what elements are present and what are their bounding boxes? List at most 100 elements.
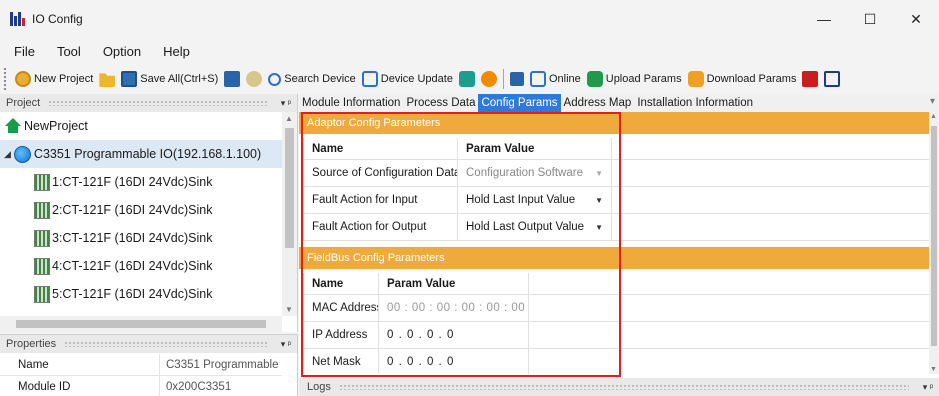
properties-pane-header: Properties ▾ ᵖ xyxy=(0,335,297,353)
grid-header-row: Name Param Value xyxy=(304,273,929,295)
tree-module[interactable]: 1:CT-121F (16DI 24Vdc)Sink xyxy=(0,168,282,196)
scroll-up-icon[interactable]: ▲ xyxy=(930,113,937,120)
tab-process-data[interactable]: Process Data xyxy=(403,94,478,112)
ip-address-field[interactable]: 0 . 0 . 0 . 0 xyxy=(379,322,529,348)
mac-address-field[interactable]: 00 : 00 : 00 : 00 : 00 : 00 xyxy=(379,295,529,321)
next-icon xyxy=(824,71,841,87)
config-params-content: Adaptor Config Parameters Name Param Val… xyxy=(299,112,929,374)
warning-button[interactable] xyxy=(478,67,500,91)
download-params-button[interactable]: Download Params xyxy=(685,67,800,91)
pin-icon[interactable]: ▾ ᵖ xyxy=(275,98,297,109)
new-project-icon xyxy=(15,71,31,87)
search-icon xyxy=(268,72,282,86)
device-globe-icon xyxy=(13,145,31,163)
property-name: Name xyxy=(0,354,160,375)
tab-overflow-icon[interactable]: ▾ xyxy=(930,96,935,107)
folder-icon xyxy=(99,73,116,87)
param-row[interactable]: Fault Action for Output Hold Last Output… xyxy=(304,214,929,241)
dropdown-arrow-icon[interactable]: ▼ xyxy=(595,196,603,205)
param-row[interactable]: Source of Configuration Data Configurati… xyxy=(304,160,929,187)
pane-grip[interactable] xyxy=(64,341,267,347)
maximize-button[interactable]: ☐ xyxy=(847,0,893,38)
param-row[interactable]: Net Mask 0 . 0 . 0 . 0 xyxy=(304,349,929,374)
info-button[interactable] xyxy=(456,67,478,91)
project-horizontal-scrollbar[interactable] xyxy=(0,316,282,332)
next-button[interactable] xyxy=(821,67,843,91)
online-button[interactable]: Online xyxy=(527,67,584,91)
menu-file[interactable]: File xyxy=(14,44,35,59)
tree-module-label: 1:CT-121F (16DI 24Vdc)Sink xyxy=(52,175,213,189)
download-params-label: Download Params xyxy=(706,73,797,85)
tree-root[interactable]: NewProject xyxy=(0,112,282,140)
toolbar: New Project Save All(Ctrl+S) Search Devi… xyxy=(0,64,939,94)
properties-pane: Properties ▾ ᵖ Name C3351 Programmable M… xyxy=(0,334,298,396)
param-value: Hold Last Output Value xyxy=(466,221,585,233)
property-row[interactable]: Module ID 0x200C3351 xyxy=(0,376,282,396)
tab-module-information[interactable]: Module Information xyxy=(299,94,403,112)
open-project-button[interactable] xyxy=(96,67,118,91)
tree-module-label: 2:CT-121F (16DI 24Vdc)Sink xyxy=(52,203,213,217)
param-name: Fault Action for Input xyxy=(304,187,458,213)
menu-help[interactable]: Help xyxy=(163,44,190,59)
io-module-icon xyxy=(34,285,50,303)
param-dropdown[interactable]: Hold Last Input Value ▼ xyxy=(458,187,612,213)
dropdown-arrow-icon[interactable]: ▼ xyxy=(595,223,603,232)
grid-filler xyxy=(529,322,926,348)
property-row[interactable]: Name C3351 Programmable xyxy=(0,354,282,376)
tree-module-label: 5:CT-121F (16DI 24Vdc)Sink xyxy=(52,287,213,301)
param-row[interactable]: Fault Action for Input Hold Last Input V… xyxy=(304,187,929,214)
scroll-thumb[interactable] xyxy=(931,126,937,346)
tab-address-map[interactable]: Address Map xyxy=(561,94,635,112)
project-tree: NewProject ◢ C3351 Programmable IO(192.1… xyxy=(0,112,282,316)
new-project-button[interactable]: New Project xyxy=(12,67,96,91)
dropdown-arrow-icon: ▼ xyxy=(595,168,603,178)
tree-module[interactable]: 5:CT-121F (16DI 24Vdc)Sink xyxy=(0,280,282,308)
expand-arrow-icon[interactable]: ◢ xyxy=(4,149,11,160)
save-as-button[interactable] xyxy=(221,67,243,91)
close-button[interactable]: ✕ xyxy=(893,0,939,38)
scroll-thumb[interactable] xyxy=(285,128,294,248)
save-all-button[interactable]: Save All(Ctrl+S) xyxy=(118,67,221,91)
minimize-button[interactable]: — xyxy=(801,0,847,38)
tree-device[interactable]: ◢ C3351 Programmable IO(192.168.1.100) xyxy=(0,140,282,168)
toolbar-grip[interactable] xyxy=(4,68,8,90)
tab-installation-information[interactable]: Installation Information xyxy=(634,94,756,112)
param-row[interactable]: MAC Address 00 : 00 : 00 : 00 : 00 : 00 xyxy=(304,295,929,322)
property-value: C3351 Programmable xyxy=(166,358,279,371)
pane-grip[interactable] xyxy=(48,100,267,106)
delete-button[interactable] xyxy=(799,67,821,91)
net-mask-field[interactable]: 0 . 0 . 0 . 0 xyxy=(379,349,529,374)
tree-module[interactable]: 3:CT-121F (16DI 24Vdc)Sink xyxy=(0,224,282,252)
column-header-value: Param Value xyxy=(379,273,529,294)
pane-grip[interactable] xyxy=(338,384,909,390)
scroll-up-icon[interactable]: ▲ xyxy=(285,114,293,123)
search-device-button[interactable]: Search Device xyxy=(265,67,359,91)
menu-tool[interactable]: Tool xyxy=(57,44,81,59)
scroll-down-icon[interactable]: ▼ xyxy=(930,366,937,373)
column-header-name: Name xyxy=(304,273,379,294)
tab-config-params[interactable]: Config Params xyxy=(478,94,561,112)
pin-icon[interactable]: ▾ ᵖ xyxy=(275,339,297,350)
hscroll-thumb[interactable] xyxy=(16,320,266,328)
project-vertical-scrollbar[interactable]: ▲ ▼ xyxy=(282,112,297,316)
scroll-down-icon[interactable]: ▼ xyxy=(285,305,293,314)
param-row[interactable]: IP Address 0 . 0 . 0 . 0 xyxy=(304,322,929,349)
tree-module[interactable]: 4:CT-121F (16DI 24Vdc)Sink xyxy=(0,252,282,280)
device-update-icon xyxy=(361,71,378,87)
upload-params-button[interactable]: Upload Params xyxy=(584,67,685,91)
download-icon xyxy=(687,71,704,87)
param-dropdown[interactable]: Hold Last Output Value ▼ xyxy=(458,214,612,240)
layout-button[interactable] xyxy=(507,67,527,91)
toolbar-separator xyxy=(502,69,504,89)
fieldbus-params-grid: Name Param Value MAC Address 00 : 00 : 0… xyxy=(303,273,929,374)
save-icon xyxy=(121,71,138,87)
device-update-button[interactable]: Device Update xyxy=(359,67,456,91)
grid-filler xyxy=(529,295,926,321)
settings-button[interactable] xyxy=(243,67,265,91)
content-vertical-scrollbar[interactable]: ▲ ▼ xyxy=(929,112,939,374)
param-name: IP Address xyxy=(304,322,379,348)
tree-module[interactable]: 2:CT-121F (16DI 24Vdc)Sink xyxy=(0,196,282,224)
pin-icon[interactable]: ▾ ᵖ xyxy=(917,382,939,393)
io-module-icon xyxy=(34,229,50,247)
menu-option[interactable]: Option xyxy=(103,44,141,59)
